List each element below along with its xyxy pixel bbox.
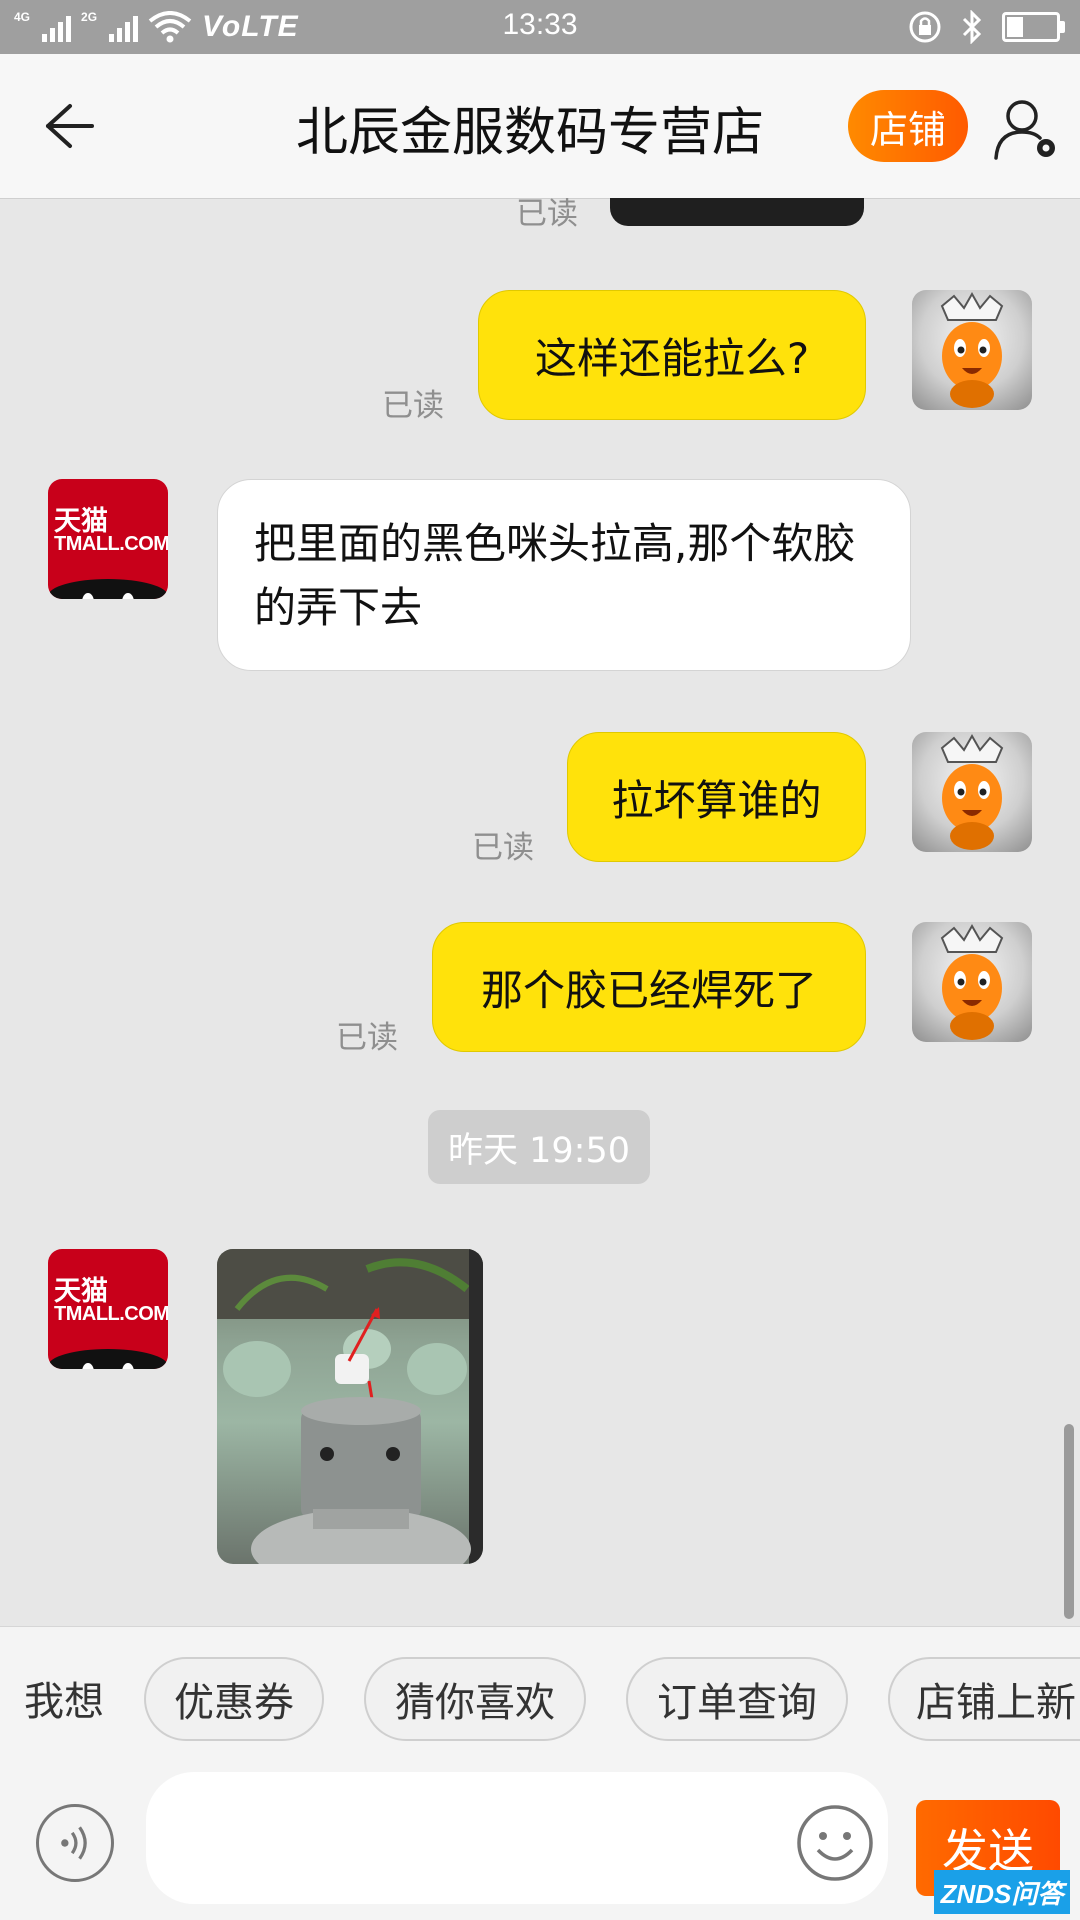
photo-content xyxy=(217,1249,483,1564)
my-avatar[interactable] xyxy=(912,922,1032,1042)
my-avatar[interactable] xyxy=(912,290,1032,410)
chat-header: 北辰金服数码专营店 店铺 xyxy=(0,54,1080,199)
mascot-icon xyxy=(940,923,1004,1040)
bluetooth-icon xyxy=(962,10,982,44)
page-title: 北辰金服数码专营店 xyxy=(295,103,764,163)
read-receipt: 已读 xyxy=(516,198,578,232)
chip-order-query[interactable]: 订单查询 xyxy=(626,1657,848,1741)
user-settings-icon[interactable] xyxy=(992,94,1062,164)
tmall-cat-icon xyxy=(48,579,168,599)
store-avatar-line2: TMALL.COM xyxy=(54,1303,168,1325)
battery-level xyxy=(1007,17,1024,37)
quick-label: 我想 xyxy=(24,1679,104,1725)
message-bubble-mine[interactable]: 这样还能拉么? xyxy=(478,290,866,420)
rotation-lock-icon xyxy=(909,11,941,43)
read-receipt: 已读 xyxy=(336,1020,398,1056)
timestamp-chip: 昨天 19:50 xyxy=(428,1110,650,1184)
store-avatar[interactable]: 天猫 TMALL.COM xyxy=(48,479,168,599)
chip-guess-you-like[interactable]: 猜你喜欢 xyxy=(364,1657,586,1741)
photo-message[interactable] xyxy=(217,1249,483,1564)
chip-coupon[interactable]: 优惠券 xyxy=(144,1657,324,1741)
message-bubble-mine[interactable]: 拉坏算谁的 xyxy=(567,732,866,862)
watermark-logo: ZNDS问答 xyxy=(934,1870,1070,1914)
mascot-icon xyxy=(940,291,1004,408)
my-avatar[interactable] xyxy=(912,732,1032,852)
store-avatar[interactable]: 天猫 TMALL.COM xyxy=(48,1249,168,1369)
back-arrow-icon[interactable] xyxy=(40,98,96,154)
message-bubble-mine[interactable]: 那个胶已经焊死了 xyxy=(432,922,866,1052)
emoji-icon[interactable] xyxy=(796,1804,874,1882)
read-receipt: 已读 xyxy=(382,388,444,424)
chip-store-new[interactable]: 店铺上新 xyxy=(888,1657,1080,1741)
voice-icon[interactable] xyxy=(36,1804,114,1882)
input-bar: 发送 xyxy=(0,1766,1080,1920)
read-receipt: 已读 xyxy=(472,830,534,866)
message-input[interactable] xyxy=(146,1772,888,1904)
shop-button[interactable]: 店铺 xyxy=(848,90,968,162)
image-message[interactable] xyxy=(610,198,864,226)
mascot-icon xyxy=(940,733,1004,850)
chat-scrollbar[interactable] xyxy=(1064,1424,1074,1619)
chat-area[interactable]: 已读 已读 这样还能拉么? 天猫 TMALL.COM 把里面的黑色咪头拉高,那个… xyxy=(0,198,1080,1626)
battery-icon xyxy=(1002,12,1065,42)
message-bubble-store[interactable]: 把里面的黑色咪头拉高,那个软胶的弄下去 xyxy=(217,479,911,671)
tmall-cat-icon xyxy=(48,1349,168,1369)
store-avatar-line2: TMALL.COM xyxy=(54,533,168,555)
status-bar: 4G 2G VoLTE 13:33 xyxy=(0,0,1080,54)
status-icons xyxy=(908,10,1065,44)
quick-phrase-bar: 我想 优惠券 猜你喜欢 订单查询 店铺上新 xyxy=(0,1626,1080,1767)
